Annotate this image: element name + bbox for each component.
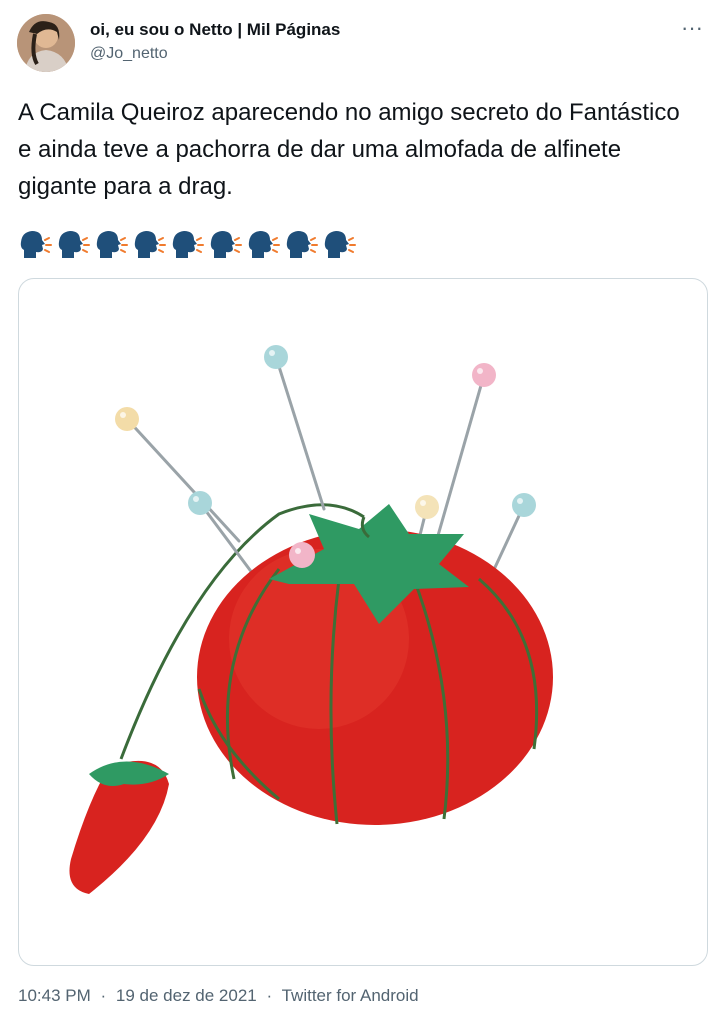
speaking-head-icon xyxy=(58,231,90,258)
tomato-pincushion-photo xyxy=(69,345,553,894)
timestamp-time[interactable]: 10:43 PM xyxy=(18,986,91,1005)
meta-separator: · xyxy=(100,986,107,1005)
tweet-meta: 10:43 PM · 19 de dez de 2021 · Twitter f… xyxy=(18,986,424,1006)
avatar[interactable] xyxy=(17,14,75,72)
tweet-source[interactable]: Twitter for Android xyxy=(282,986,419,1005)
speaking-head-icon xyxy=(96,231,128,258)
display-name[interactable]: oi, eu sou o Netto | Mil Páginas xyxy=(90,20,340,40)
speaking-head-icon xyxy=(134,231,166,258)
speaking-head-icon xyxy=(324,231,356,258)
meta-separator: · xyxy=(266,986,273,1005)
emoji-row xyxy=(18,228,356,262)
speaking-head-icon xyxy=(286,231,318,258)
timestamp-date[interactable]: 19 de dez de 2021 xyxy=(116,986,257,1005)
speaking-head-icon xyxy=(172,231,204,258)
user-handle[interactable]: @Jo_netto xyxy=(90,45,168,63)
speaking-head-icon xyxy=(20,231,52,258)
speaking-head-icon xyxy=(210,231,242,258)
more-options-icon[interactable]: ··· xyxy=(678,17,706,46)
speaking-head-icon xyxy=(248,231,280,258)
tweet-text: A Camila Queiroz aparecendo no amigo sec… xyxy=(18,99,680,200)
tweet-media[interactable] xyxy=(18,278,708,966)
